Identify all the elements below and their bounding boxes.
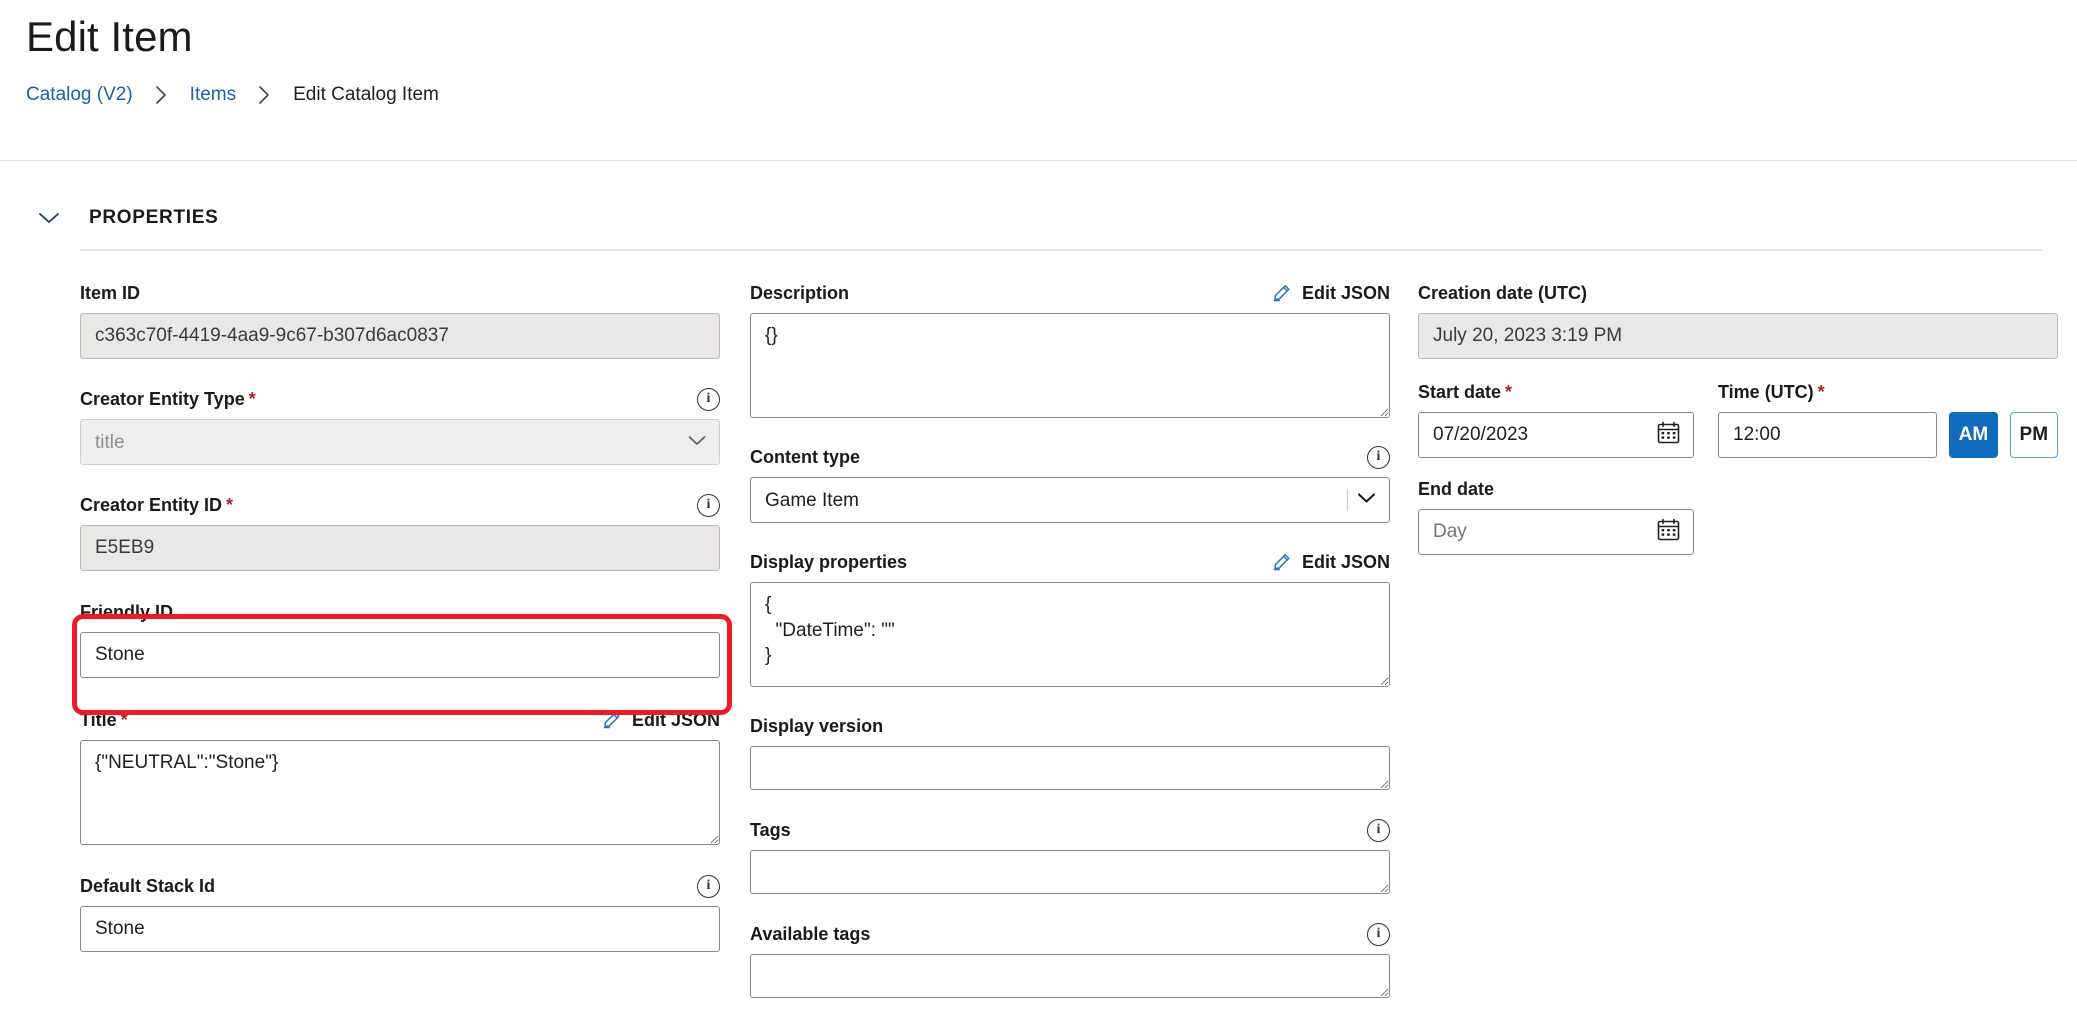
middle-column: Description Edit JSON {} Content ty xyxy=(750,280,1390,998)
display-properties-label: Display properties xyxy=(750,552,907,573)
field-end-date: End date xyxy=(1418,476,2058,555)
field-content-type: Content type i Game Item xyxy=(750,444,1390,523)
field-description: Description Edit JSON {} xyxy=(750,280,1390,418)
default-stack-id-input[interactable] xyxy=(80,906,720,952)
creator-entity-id-input xyxy=(80,525,720,571)
breadcrumb-item-current: Edit Catalog Item xyxy=(293,84,439,106)
field-tags: Tags i xyxy=(750,817,1390,894)
chevron-right-icon-2 xyxy=(258,85,271,105)
start-date-wrap xyxy=(1418,412,1694,458)
friendly-id-input[interactable] xyxy=(80,632,720,678)
field-title: Title* Edit JSON {"NEUTRAL":"Stone"} xyxy=(80,707,720,845)
item-id-input xyxy=(80,313,720,359)
end-date-input[interactable] xyxy=(1418,509,1694,555)
breadcrumb-item-items[interactable]: Items xyxy=(190,84,236,106)
title-textarea[interactable]: {"NEUTRAL":"Stone"} xyxy=(80,740,720,845)
friendly-id-label: Friendly ID xyxy=(80,602,173,623)
info-icon[interactable]: i xyxy=(697,388,720,411)
info-icon[interactable]: i xyxy=(1367,819,1390,842)
info-icon[interactable]: i xyxy=(1367,923,1390,946)
creator-entity-type-select-wrap: title xyxy=(80,419,720,465)
right-column: Creation date (UTC) Start date* xyxy=(1418,280,2058,555)
available-tags-textarea[interactable] xyxy=(750,954,1390,998)
header-divider xyxy=(0,160,2077,161)
time-utc-label: Time (UTC)* xyxy=(1718,382,1825,403)
content-type-select-wrap: Game Item xyxy=(750,477,1390,523)
content-type-label: Content type xyxy=(750,447,860,468)
available-tags-label: Available tags xyxy=(750,924,870,945)
field-start-date: Start date* xyxy=(1418,379,1694,458)
tags-textarea[interactable] xyxy=(750,850,1390,894)
display-version-textarea[interactable] xyxy=(750,746,1390,790)
edit-json-label: Edit JSON xyxy=(632,710,720,731)
field-creator-entity-id: Creator Entity ID* i xyxy=(80,492,720,571)
chevron-right-icon xyxy=(155,85,168,105)
creation-date-label: Creation date (UTC) xyxy=(1418,283,1587,304)
section-divider xyxy=(80,249,2042,251)
field-time-utc: Time (UTC)* AM PM xyxy=(1718,379,2058,458)
pm-button[interactable]: PM xyxy=(2010,412,2058,458)
default-stack-id-label: Default Stack Id xyxy=(80,876,215,897)
start-date-label: Start date* xyxy=(1418,382,1512,403)
field-default-stack-id: Default Stack Id i xyxy=(80,873,720,952)
edit-json-label: Edit JSON xyxy=(1302,283,1390,304)
field-creation-date: Creation date (UTC) xyxy=(1418,280,2058,359)
chevron-down-icon[interactable] xyxy=(38,207,60,229)
am-button[interactable]: AM xyxy=(1949,412,1997,458)
page-title: Edit Item xyxy=(26,12,193,62)
field-creator-entity-type: Creator Entity Type* i title xyxy=(80,386,720,465)
field-item-id: Item ID xyxy=(80,280,720,359)
field-friendly-id: Friendly ID xyxy=(80,599,720,678)
end-date-label: End date xyxy=(1418,479,1494,500)
pencil-icon xyxy=(601,709,623,731)
edit-item-page: Edit Item Catalog (V2) Items Edit Catalo… xyxy=(0,0,2077,1020)
breadcrumb-item-catalog[interactable]: Catalog (V2) xyxy=(26,84,133,106)
info-icon[interactable]: i xyxy=(697,875,720,898)
edit-json-button-title[interactable]: Edit JSON xyxy=(601,709,720,731)
tags-label: Tags xyxy=(750,820,791,841)
creator-entity-type-select: title xyxy=(80,419,720,465)
info-icon[interactable]: i xyxy=(1367,446,1390,469)
time-controls: AM PM xyxy=(1718,412,2058,458)
section-title: PROPERTIES xyxy=(89,207,218,229)
field-available-tags: Available tags i xyxy=(750,921,1390,998)
description-textarea[interactable]: {} xyxy=(750,313,1390,418)
end-date-wrap xyxy=(1418,509,1694,555)
calendar-icon[interactable] xyxy=(1656,420,1681,450)
select-divider xyxy=(1347,489,1348,511)
content-type-select[interactable]: Game Item xyxy=(750,477,1390,523)
creator-entity-type-label: Creator Entity Type* xyxy=(80,389,256,410)
left-column: Item ID Creator Entity Type* i title xyxy=(80,280,720,952)
start-date-time-row: Start date* xyxy=(1418,379,2058,458)
properties-section-header[interactable]: PROPERTIES xyxy=(38,207,218,229)
display-version-label: Display version xyxy=(750,716,883,737)
creation-date-input xyxy=(1418,313,2058,359)
display-properties-textarea[interactable]: { "DateTime": "" } xyxy=(750,582,1390,687)
field-display-properties: Display properties Edit JSON { "DateTime… xyxy=(750,549,1390,687)
edit-json-button-display-properties[interactable]: Edit JSON xyxy=(1271,551,1390,573)
time-input[interactable] xyxy=(1718,412,1937,458)
edit-json-label: Edit JSON xyxy=(1302,552,1390,573)
field-display-version: Display version xyxy=(750,713,1390,790)
edit-json-button-description[interactable]: Edit JSON xyxy=(1271,282,1390,304)
creator-entity-id-label: Creator Entity ID* xyxy=(80,495,233,516)
start-date-input[interactable] xyxy=(1418,412,1694,458)
breadcrumb: Catalog (V2) Items Edit Catalog Item xyxy=(26,84,439,106)
description-label: Description xyxy=(750,283,849,304)
item-id-label: Item ID xyxy=(80,283,140,304)
pencil-icon xyxy=(1271,282,1293,304)
pencil-icon xyxy=(1271,551,1293,573)
title-label: Title* xyxy=(80,710,128,731)
calendar-icon[interactable] xyxy=(1656,517,1681,547)
info-icon[interactable]: i xyxy=(697,494,720,517)
